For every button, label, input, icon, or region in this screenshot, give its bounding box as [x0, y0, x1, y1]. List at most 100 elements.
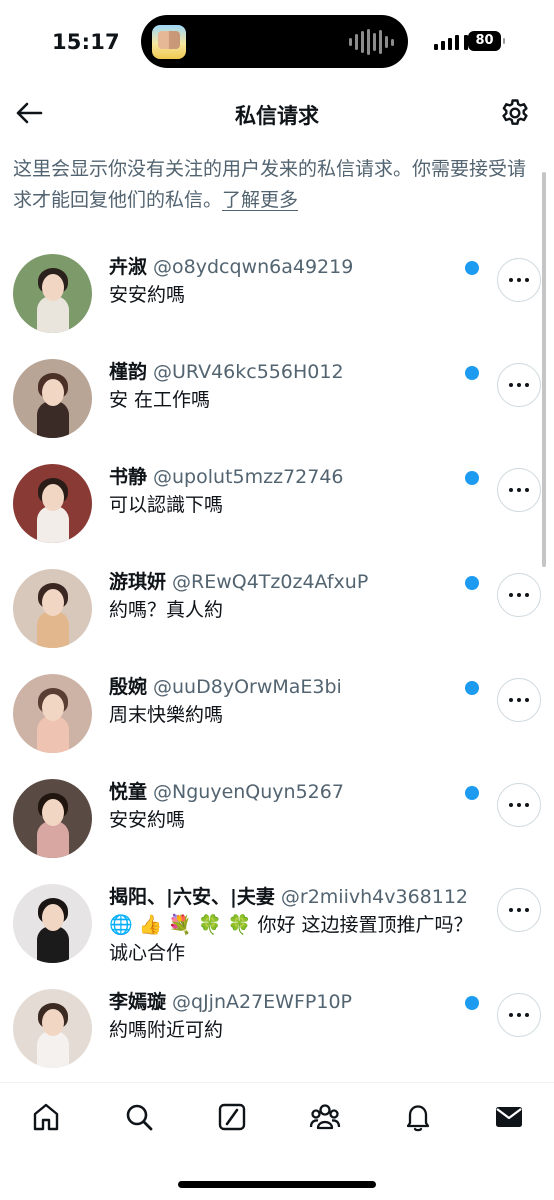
more-dot-icon — [517, 1013, 521, 1017]
avatar-figure-face — [42, 274, 64, 301]
more-dot-icon — [509, 488, 513, 492]
more-options-button[interactable] — [497, 573, 541, 617]
request-meta: 揭阳、|六安、|夫妻 @r2miivh4v368112 🌐 👍 💐 🍀 🍀 你好 … — [109, 885, 484, 967]
more-dot-icon — [525, 1013, 529, 1017]
avatar-figure-body — [37, 611, 69, 648]
message-preview: 🌐 👍 💐 🍀 🍀 你好 这边接置顶推广吗？诚心合作 — [109, 914, 473, 964]
avatar[interactable] — [13, 359, 92, 438]
avatar[interactable] — [13, 884, 92, 963]
avatar-figure-face — [42, 589, 64, 616]
avatar[interactable] — [13, 569, 92, 648]
more-options-button[interactable] — [497, 678, 541, 722]
settings-button[interactable] — [498, 96, 532, 130]
more-dot-icon — [525, 488, 529, 492]
sender-name: 揭阳、|六安、|夫妻 — [109, 886, 275, 908]
message-preview: 安安約嗎 — [109, 809, 186, 831]
avatar[interactable] — [13, 674, 92, 753]
more-dot-icon — [517, 593, 521, 597]
name-line: 卉淑 @o8ydcqwn6a49219 — [109, 255, 484, 279]
request-meta: 书静 @upolut5mzz72746 可以認識下嗎 — [109, 465, 484, 519]
message-request-row[interactable]: 卉淑 @o8ydcqwn6a49219 安安約嗎 — [0, 240, 554, 345]
more-dot-icon — [509, 278, 513, 282]
sender-handle: @NguyenQuyn5267 — [153, 781, 344, 803]
tab-home[interactable] — [26, 1097, 66, 1137]
sender-handle: @r2miivh4v368112 — [280, 886, 469, 908]
search-icon — [126, 1104, 153, 1131]
message-request-row[interactable]: 游琪妍 @REwQ4Tz0z4AfxuP 約嗎？真人約 — [0, 555, 554, 660]
sender-name: 槿韵 — [109, 361, 148, 383]
message-preview: 安 在工作嗎 — [109, 389, 211, 411]
more-dot-icon — [517, 803, 521, 807]
unread-dot-icon — [465, 261, 479, 275]
message-preview: 約嗎附近可約 — [109, 1019, 224, 1041]
tab-notifications[interactable] — [398, 1097, 438, 1137]
sender-handle: @qJjnA27EWFP10P — [172, 991, 352, 1013]
tab-grok[interactable] — [212, 1097, 252, 1137]
sender-name: 游琪妍 — [109, 571, 167, 593]
sender-name: 书静 — [109, 466, 148, 488]
sender-name: 殷婉 — [109, 676, 148, 698]
sender-name: 悦童 — [109, 781, 148, 803]
unread-dot-icon — [465, 681, 479, 695]
more-dot-icon — [525, 803, 529, 807]
request-meta: 悦童 @NguyenQuyn5267 安安約嗎 — [109, 780, 484, 834]
tab-search[interactable] — [119, 1097, 159, 1137]
avatar-figure-face — [42, 694, 64, 721]
learn-more-link[interactable]: 了解更多 — [222, 189, 298, 211]
more-dot-icon — [525, 278, 529, 282]
avatar[interactable] — [13, 779, 92, 858]
message-preview: 可以認識下嗎 — [109, 494, 224, 516]
request-meta: 殷婉 @uuD8yOrwMaE3bi 周末快樂約嗎 — [109, 675, 484, 729]
unread-dot-icon — [465, 786, 479, 800]
bell-icon — [406, 1105, 430, 1132]
top-header: 私信请求 — [0, 86, 554, 144]
more-options-button[interactable] — [497, 993, 541, 1037]
message-request-row[interactable]: 李嫣璇 @qJjnA27EWFP10P 約嗎附近可約 — [0, 975, 554, 1080]
more-dot-icon — [517, 488, 521, 492]
status-bar: 15:17 80 — [0, 0, 554, 86]
avatar-figure-body — [37, 506, 69, 543]
dynamic-island[interactable] — [141, 15, 408, 68]
grok-icon — [218, 1103, 246, 1131]
message-request-row[interactable]: 悦童 @NguyenQuyn5267 安安約嗎 — [0, 765, 554, 870]
message-request-row[interactable]: 槿韵 @URV46kc556H012 安 在工作嗎 — [0, 345, 554, 450]
more-dot-icon — [525, 383, 529, 387]
sender-name: 卉淑 — [109, 256, 148, 278]
avatar-figure-face — [42, 484, 64, 511]
more-dot-icon — [517, 278, 521, 282]
more-options-button[interactable] — [497, 888, 541, 932]
more-options-button[interactable] — [497, 363, 541, 407]
avatar-figure-face — [42, 904, 64, 931]
request-meta: 槿韵 @URV46kc556H012 安 在工作嗎 — [109, 360, 484, 414]
more-options-button[interactable] — [497, 783, 541, 827]
more-dot-icon — [509, 803, 513, 807]
more-dot-icon — [509, 698, 513, 702]
more-dot-icon — [517, 383, 521, 387]
tab-messages[interactable] — [489, 1097, 529, 1137]
name-line: 揭阳、|六安、|夫妻 @r2miivh4v368112 — [109, 885, 484, 909]
avatar[interactable] — [13, 464, 92, 543]
more-dot-icon — [517, 908, 521, 912]
intro-text-block: 这里会显示你没有关注的用户发来的私信请求。你需要接受请求才能回复他们的私信。了解… — [13, 154, 543, 216]
name-line: 槿韵 @URV46kc556H012 — [109, 360, 484, 384]
avatar-figure-body — [37, 296, 69, 333]
more-dot-icon — [525, 593, 529, 597]
more-options-button[interactable] — [497, 468, 541, 512]
avatar[interactable] — [13, 989, 92, 1068]
audio-waveform-icon — [349, 29, 394, 55]
sender-handle: @REwQ4Tz0z4AfxuP — [172, 571, 369, 593]
message-request-row[interactable]: 揭阳、|六安、|夫妻 @r2miivh4v368112 🌐 👍 💐 🍀 🍀 你好 … — [0, 870, 554, 975]
more-options-button[interactable] — [497, 258, 541, 302]
message-request-row[interactable]: 书静 @upolut5mzz72746 可以認識下嗎 — [0, 450, 554, 555]
request-meta: 卉淑 @o8ydcqwn6a49219 安安約嗎 — [109, 255, 484, 309]
avatar[interactable] — [13, 254, 92, 333]
message-request-row[interactable]: 殷婉 @uuD8yOrwMaE3bi 周末快樂約嗎 — [0, 660, 554, 765]
more-dot-icon — [509, 593, 513, 597]
page-title: 私信请求 — [235, 104, 319, 128]
unread-dot-icon — [465, 996, 479, 1010]
request-meta: 游琪妍 @REwQ4Tz0z4AfxuP 約嗎？真人約 — [109, 570, 484, 624]
avatar-figure-body — [37, 1031, 69, 1068]
sender-handle: @o8ydcqwn6a49219 — [153, 256, 354, 278]
tab-communities[interactable] — [305, 1097, 345, 1137]
avatar-figure-face — [42, 799, 64, 826]
